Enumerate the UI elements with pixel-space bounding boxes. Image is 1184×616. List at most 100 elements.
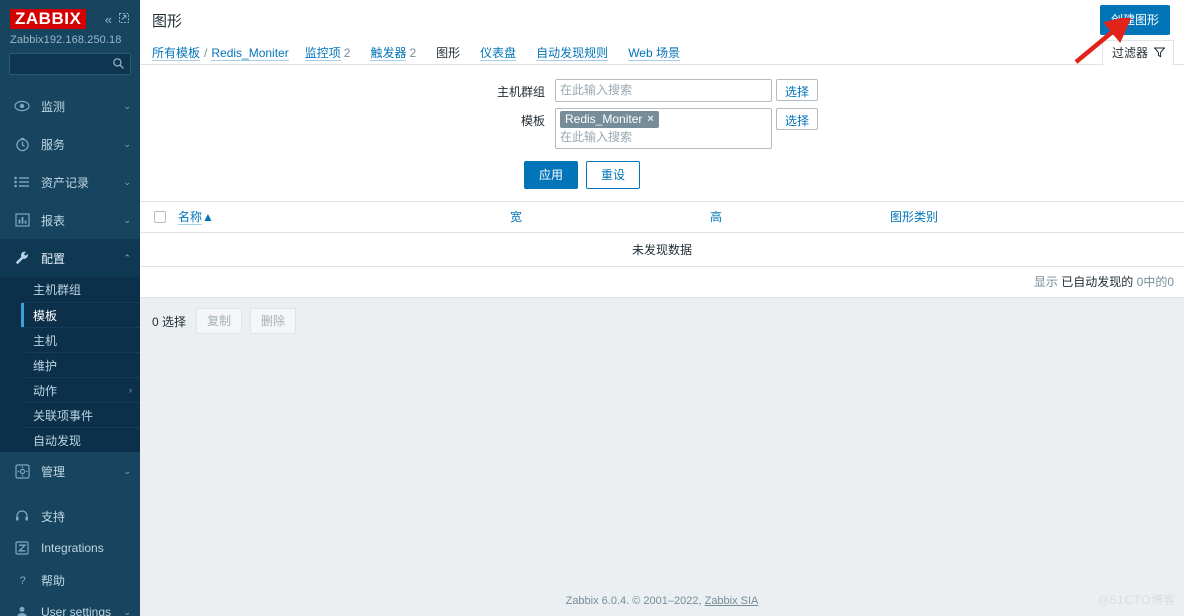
sidebar-subitem-label: 主机群组	[33, 283, 82, 297]
table-header-row: 名称▲ 宽 高 图形类别	[140, 202, 1184, 233]
host-group-select-button[interactable]: 选择	[776, 79, 819, 101]
page-title: 图形	[152, 12, 183, 30]
sidebar-item-monitoring[interactable]: 监测 ⌄	[0, 87, 140, 125]
chevron-down-icon: ⌄	[123, 176, 131, 187]
chevron-down-icon: ⌄	[123, 465, 131, 476]
tab-triggers[interactable]: 触发器 2	[362, 41, 424, 64]
sidebar-bottom-nav: 支持 Integrations ? 帮助 User settings ⌄	[0, 500, 140, 616]
sidebar-item-reports[interactable]: 报表 ⌄	[0, 201, 140, 239]
sidebar-item-label: Integrations	[41, 541, 104, 555]
template-chip[interactable]: Redis_Moniter ×	[560, 111, 659, 128]
breadcrumb-current-template[interactable]: Redis_Moniter	[211, 45, 289, 61]
tab-graphs[interactable]: 图形	[428, 40, 469, 64]
tab-items-count: 2	[343, 45, 351, 60]
zabbix-sia-link[interactable]: Zabbix SIA	[705, 595, 759, 607]
column-height-label: 高	[710, 210, 723, 224]
apply-button[interactable]: 应用	[523, 161, 578, 189]
host-group-field: 在此输入搜索 选择	[555, 79, 819, 102]
sidebar-item-templates[interactable]: 模板	[21, 302, 140, 327]
sidebar-item-label: 监测	[41, 99, 66, 114]
funnel-icon	[1153, 47, 1166, 58]
main-area: 图形 创建图形 所有模板 / Redis_Moniter 监控项 2 触发器 2 图形 …	[140, 0, 1184, 616]
sidebar-subitem-label: 维护	[33, 358, 58, 373]
breadcrumb-all-templates[interactable]: 所有模板	[152, 45, 201, 61]
sidebar-item-host-groups[interactable]: 主机群组	[22, 277, 140, 302]
sidebar-subitem-label: 关联项事件	[33, 408, 94, 423]
sidebar-item-correlation[interactable]: 关联项事件	[22, 402, 140, 427]
chevron-down-icon: ⌄	[123, 100, 131, 111]
filter-tab[interactable]: 过滤器	[1101, 39, 1174, 66]
gear-icon	[12, 462, 32, 480]
empty-message: 未发现数据	[631, 243, 692, 257]
sidebar-item-integrations[interactable]: Integrations	[0, 532, 140, 564]
clock-icon	[12, 135, 32, 153]
breadcrumb-separator: /	[204, 45, 208, 60]
svg-text:?: ?	[20, 575, 26, 587]
sidebar-search-box[interactable]	[9, 53, 178, 75]
chart-icon	[12, 211, 32, 229]
tab-discovery-rules[interactable]: 自动发现规则	[528, 41, 616, 64]
graphs-table-body: 未发现数据	[140, 233, 1184, 267]
sidebar-item-configuration[interactable]: 配置 ⌃	[0, 239, 140, 277]
sidebar-item-help[interactable]: ? 帮助	[0, 564, 140, 596]
tab-graphs-label: 图形	[436, 45, 461, 60]
sidebar-item-discovery[interactable]: 自动发现	[22, 427, 140, 452]
collapse-sidebar-icon[interactable]: «	[105, 13, 112, 26]
reset-button[interactable]: 重设	[586, 161, 641, 189]
template-select-button[interactable]: 选择	[776, 108, 819, 130]
sort-asc-icon: ▲	[202, 210, 214, 224]
selected-count: 0 选择	[152, 314, 187, 329]
template-input[interactable]: Redis_Moniter × 在此输入搜索	[555, 108, 772, 149]
search-icon[interactable]	[112, 57, 125, 70]
sidebar-subitem-label: 模板	[33, 308, 58, 323]
sidebar-item-inventory[interactable]: 资产记录 ⌄	[0, 163, 140, 201]
wrench-icon	[12, 249, 32, 267]
pin-sidebar-icon[interactable]	[118, 12, 130, 26]
eye-icon	[12, 97, 32, 115]
page-header: 图形 创建图形	[140, 0, 1184, 40]
list-icon	[12, 173, 32, 191]
filter-actions: 应用 重设	[140, 161, 1184, 189]
host-group-label: 主机群组	[496, 85, 545, 99]
column-name[interactable]: 名称▲	[172, 202, 504, 233]
tab-web-scenarios[interactable]: Web 场景	[620, 41, 688, 64]
tab-items-label: 监控项	[304, 45, 341, 61]
sidebar-item-administration[interactable]: 管理 ⌄	[0, 452, 140, 490]
paging-summary: 显示 已自动发现的 0中的0	[140, 266, 1184, 297]
paging-discovered: 已自动发现的	[1061, 275, 1134, 289]
sidebar-item-services[interactable]: 服务 ⌄	[0, 125, 140, 163]
template-chip-list: Redis_Moniter ×	[560, 111, 767, 129]
create-graph-button[interactable]: 创建图形	[1099, 5, 1170, 35]
filter-tab-label: 过滤器	[1111, 45, 1148, 60]
host-group-input[interactable]: 在此输入搜索	[555, 79, 772, 102]
tab-items[interactable]: 监控项 2	[297, 41, 359, 64]
graphs-list-panel: 名称▲ 宽 高 图形类别 未发现数据 显示 已自动发现的 0中的0	[140, 202, 1184, 298]
zabbix-logo: ZABBIX	[10, 9, 87, 29]
close-icon[interactable]: ×	[647, 113, 653, 125]
filter-panel: 主机群组 在此输入搜索 选择 模板 Redis_Moniter × 在此输入搜索…	[140, 65, 1184, 202]
sidebar-item-user-settings[interactable]: User settings ⌄	[0, 596, 140, 616]
column-height: 高	[704, 202, 884, 233]
sidebar-item-maintenance[interactable]: 维护	[22, 352, 140, 377]
sidebar-logo-row: ZABBIX «	[0, 0, 140, 29]
sidebar-item-support[interactable]: 支持	[0, 500, 140, 532]
tab-dashboards[interactable]: 仪表盘	[472, 41, 524, 64]
sidebar-item-label: 资产记录	[41, 175, 90, 190]
sidebar-item-actions[interactable]: 动作 ›	[22, 377, 140, 402]
sidebar-logo-icons: «	[105, 12, 132, 26]
watermark: @51CTO博客	[1097, 593, 1176, 607]
template-placeholder: 在此输入搜索	[560, 130, 633, 144]
select-all-header	[140, 202, 172, 233]
tab-dashboards-label: 仪表盘	[480, 45, 517, 61]
sidebar-item-hosts[interactable]: 主机	[22, 327, 140, 352]
search-icon-svg	[113, 58, 124, 69]
pin-sidebar-svg	[119, 13, 129, 23]
footer-actions: 0 选择 复制 删除	[140, 298, 1184, 334]
graphs-table-head: 名称▲ 宽 高 图形类别	[140, 202, 1184, 233]
sidebar-item-label: 服务	[41, 137, 66, 152]
select-all-checkbox[interactable]	[154, 211, 166, 224]
chevron-up-icon: ⌃	[123, 252, 131, 263]
copy-button[interactable]: 复制	[196, 308, 243, 334]
delete-button[interactable]: 删除	[250, 308, 297, 334]
column-graph-type-label: 图形类别	[890, 210, 939, 224]
